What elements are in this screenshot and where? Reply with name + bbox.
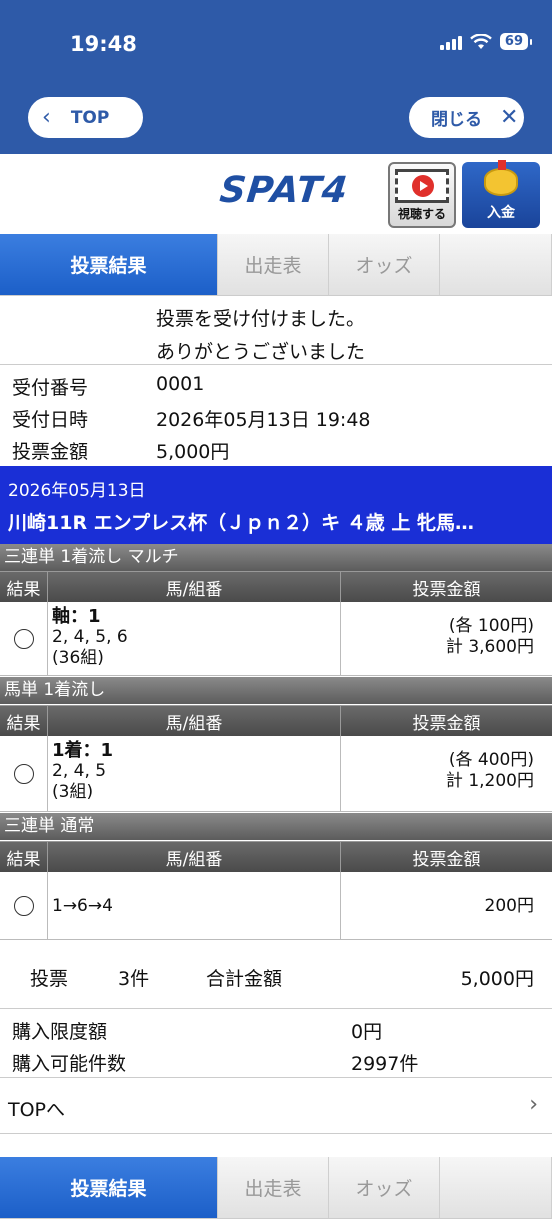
receipt-datetime: 2026年05月13日 19:48 — [156, 409, 371, 431]
top-link[interactable]: TOPへ › — [0, 1078, 552, 1134]
tab-empty — [440, 1157, 552, 1218]
votes-count: 3件 — [118, 968, 150, 990]
signal-icon — [439, 34, 462, 50]
close-button[interactable]: 閉じる ✕ — [409, 97, 524, 138]
deposit-button[interactable]: 入金 — [462, 160, 540, 228]
receipt-amount-label: 投票金額 — [12, 441, 89, 463]
close-icon: ✕ — [500, 104, 519, 130]
bet-column-header: 結果 馬/組番 投票金額 — [0, 705, 552, 736]
bet-row: 1→6→4 200円 — [0, 872, 552, 940]
combo-cell: 1着：1 2, 4, 5 (3組) — [48, 736, 341, 811]
total-label: 合計金額 — [206, 968, 283, 990]
col-amount: 投票金額 — [412, 579, 481, 600]
tab-odds[interactable]: オッズ — [329, 234, 440, 295]
status-icons: 69 — [439, 33, 533, 50]
col-combo: 馬/組番 — [48, 572, 341, 602]
watch-button[interactable]: 視聴する — [388, 162, 456, 228]
combo-line: 1→6→4 — [52, 896, 113, 916]
tab-race-card[interactable]: 出走表 — [218, 234, 329, 295]
vote-summary: 投票 3件 合計金額 5,000円 — [0, 940, 552, 1008]
combo-cell: 1→6→4 — [48, 872, 341, 939]
tab-vote-result[interactable]: 投票結果 — [0, 1157, 218, 1218]
confirm-message-2: ありがとうございました — [156, 341, 366, 363]
purchase-limits: 購入限度額 0円 購入可能件数 2997件 — [0, 1008, 552, 1078]
combo-cell: 軸：1 2, 4, 5, 6 (36組) — [48, 602, 341, 675]
play-icon — [412, 175, 434, 197]
combo-count: (3組) — [52, 782, 94, 802]
race-date: 2026年05月13日 — [8, 481, 146, 501]
limit-value: 0円 — [351, 1021, 383, 1043]
bet-type-header: 馬単 1着流し — [0, 677, 552, 704]
amount-total: 計 1,200円 — [445, 771, 534, 791]
amount-total: 計 3,600円 — [445, 637, 534, 657]
deposit-label: 入金 — [487, 205, 515, 221]
col-amount: 投票金額 — [412, 849, 481, 870]
bet-column-header: 結果 馬/組番 投票金額 — [0, 841, 552, 872]
limit-label: 購入限度額 — [12, 1021, 108, 1043]
result-cell — [0, 872, 48, 939]
count-value: 2997件 — [351, 1053, 419, 1075]
bet-type-header: 三連単 1着流し マルチ — [0, 544, 552, 571]
result-circle-icon — [13, 763, 34, 784]
receipt-info: 受付番号 0001 受付日時 2026年05月13日 19:48 投票金額 5,… — [0, 364, 552, 466]
amount-cell: (各 400円) 計 1,200円 — [341, 736, 552, 811]
back-top-label: TOP — [70, 107, 110, 128]
receipt-number-label: 受付番号 — [12, 377, 89, 399]
amount-cell: 200円 — [341, 872, 552, 939]
back-top-button[interactable]: ‹ TOP — [28, 97, 143, 138]
race-header: 2026年05月13日 川崎11R エンプレス杯（Ｊｐｎ２）キ ４歳 上 牝馬… — [0, 466, 552, 544]
brand-bar: SPAT4 視聴する 入金 — [0, 154, 552, 234]
close-label: 閉じる — [431, 110, 482, 130]
result-cell — [0, 602, 48, 675]
col-combo: 馬/組番 — [48, 842, 341, 872]
result-circle-icon — [13, 628, 34, 649]
tab-race-card[interactable]: 出走表 — [218, 1157, 329, 1218]
count-label: 購入可能件数 — [12, 1053, 127, 1075]
amount-cell: (各 100円) 計 3,600円 — [341, 602, 552, 675]
col-result: 結果 — [0, 706, 48, 736]
status-time: 19:48 — [70, 32, 137, 56]
bet-column-header: 結果 馬/組番 投票金額 — [0, 571, 552, 602]
combo-line: 2, 4, 5, 6 — [52, 627, 128, 647]
bet-type-header: 三連単 通常 — [0, 813, 552, 840]
col-amount: 投票金額 — [412, 713, 481, 734]
combo-head: 1着：1 — [52, 740, 114, 761]
tab-bar-top: 投票結果 出走表 オッズ — [0, 234, 552, 296]
amount-each: (各 400円) — [448, 750, 534, 770]
tab-empty — [440, 234, 552, 295]
film-icon — [395, 169, 449, 203]
battery-indicator: 69 — [499, 33, 533, 50]
tab-odds[interactable]: オッズ — [329, 1157, 440, 1218]
tab-vote-result[interactable]: 投票結果 — [0, 234, 218, 295]
bet-row: 1着：1 2, 4, 5 (3組) (各 400円) 計 1,200円 — [0, 736, 552, 812]
combo-line: 2, 4, 5 — [52, 761, 107, 781]
receipt-amount: 5,000円 — [156, 441, 230, 463]
combo-count: (36組) — [52, 648, 104, 668]
col-result: 結果 — [0, 572, 48, 602]
tab-bar-bottom: 投票結果 出走表 オッズ — [0, 1157, 552, 1219]
amount-each: (各 100円) — [448, 616, 534, 636]
combo-head: 軸：1 — [52, 606, 101, 627]
chevron-left-icon: ‹ — [42, 104, 51, 130]
amount-single: 200円 — [484, 896, 534, 916]
col-combo: 馬/組番 — [48, 706, 341, 736]
result-cell — [0, 736, 48, 811]
watch-label: 視聴する — [397, 207, 446, 221]
confirm-message-1: 投票を受け付けました。 — [156, 308, 366, 330]
coin-icon — [484, 160, 518, 196]
race-name: 川崎11R エンプレス杯（Ｊｐｎ２）キ ４歳 上 牝馬… — [8, 512, 474, 534]
chevron-right-icon: › — [529, 1092, 538, 1117]
receipt-number: 0001 — [156, 373, 205, 395]
wifi-icon — [470, 33, 492, 49]
bet-row: 軸：1 2, 4, 5, 6 (36組) (各 100円) 計 3,600円 — [0, 602, 552, 676]
result-circle-icon — [13, 895, 34, 916]
spat4-logo: SPAT4 — [217, 170, 351, 211]
top-link-label: TOPへ — [8, 1099, 66, 1121]
app-header: 19:48 69 ‹ TOP 閉じる ✕ — [0, 0, 552, 154]
votes-label: 投票 — [30, 968, 69, 990]
total-amount: 5,000円 — [460, 968, 534, 990]
col-result: 結果 — [0, 842, 48, 872]
receipt-datetime-label: 受付日時 — [12, 409, 89, 431]
